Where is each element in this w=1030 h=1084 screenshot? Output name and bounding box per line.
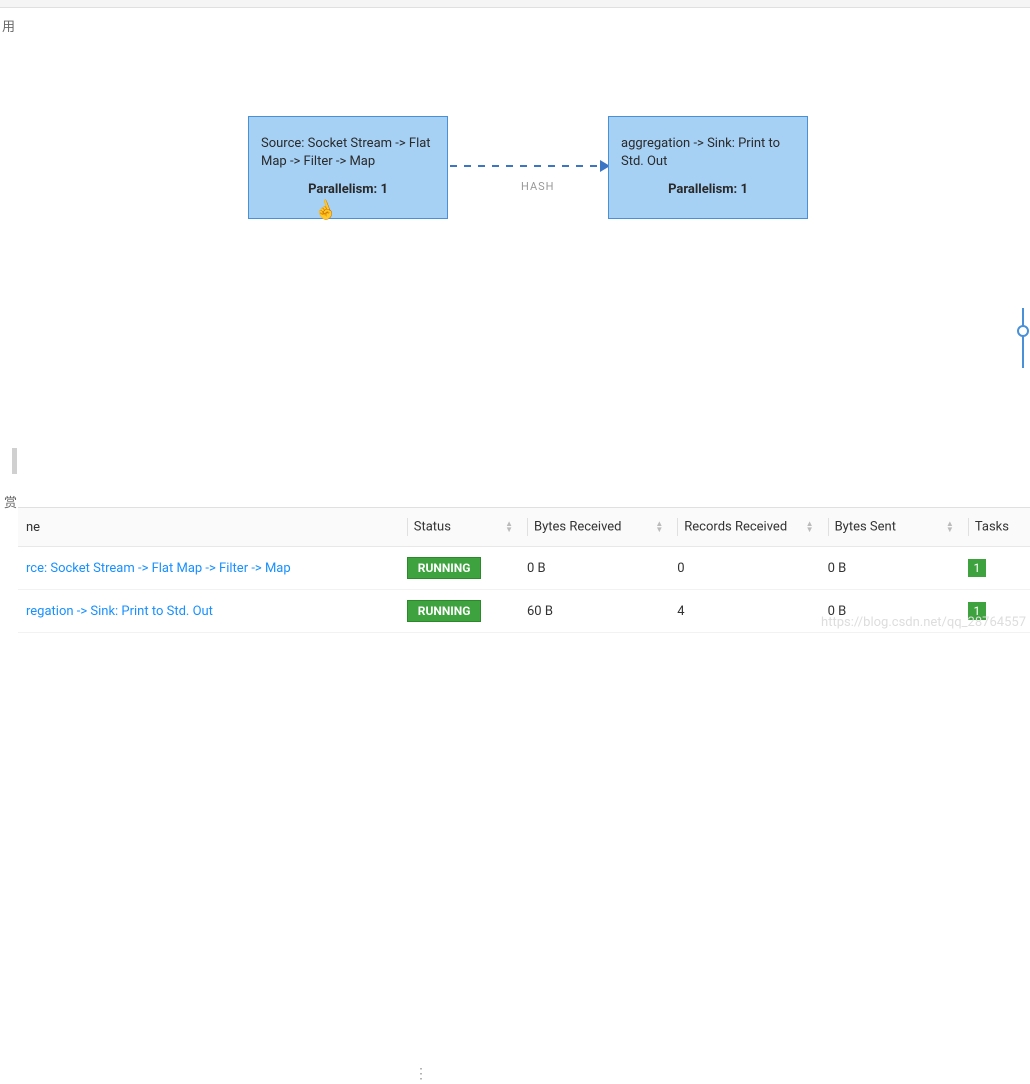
col-header-name-label: ne	[26, 520, 40, 535]
col-header-status-label: Status	[414, 519, 451, 534]
table-row: rce: Socket Stream -> Flat Map -> Filter…	[18, 547, 1030, 590]
col-header-recrec-label: Records Received	[684, 519, 787, 534]
node-parallelism: Parallelism: 1	[261, 181, 435, 199]
table-header-row: ne Status ▲▼ Bytes Received ▲▼ Records Rec…	[18, 508, 1030, 547]
col-header-bytes-sent[interactable]: Bytes Sent ▲▼	[820, 508, 960, 547]
sort-icon[interactable]: ▲▼	[655, 521, 663, 533]
task-count-badge: 1	[968, 559, 986, 577]
row-name-link[interactable]: regation -> Sink: Print to Std. Out	[26, 604, 213, 619]
job-graph-canvas[interactable]: Source: Socket Stream -> Flat Map -> Fil…	[18, 8, 1030, 508]
col-divider	[968, 518, 969, 536]
graph-edge	[450, 165, 607, 167]
row-name-link[interactable]: rce: Socket Stream -> Flat Map -> Filter…	[26, 561, 291, 576]
cell-records-received: 0	[669, 547, 819, 590]
row-actions-icon[interactable]: ⋮	[412, 1064, 430, 1084]
cell-bytes-sent: 0 B	[820, 590, 960, 633]
col-header-bytesrec-label: Bytes Received	[534, 519, 622, 534]
col-header-status[interactable]: Status ▲▼	[399, 508, 519, 547]
subtask-table-container: ⋯ ne Status▲▼ Bytes Received▲▼ Records R…	[18, 508, 1030, 633]
col-divider	[677, 518, 678, 536]
col-divider	[527, 518, 528, 536]
status-badge: RUNNING	[407, 600, 482, 622]
cell-bytes-received: 0 B	[519, 547, 669, 590]
graph-node-source[interactable]: Source: Socket Stream -> Flat Map -> Fil…	[248, 116, 448, 219]
col-divider	[828, 518, 829, 536]
cell-bytes-received: 60 B	[519, 590, 669, 633]
sort-icon[interactable]: ▲▼	[505, 521, 513, 533]
col-header-records-received[interactable]: Records Received ▲▼	[669, 508, 819, 547]
left-panel-edge: 用 赏	[0, 8, 18, 508]
col-header-bytessent-label: Bytes Sent	[835, 519, 896, 534]
subtask-table: ne Status ▲▼ Bytes Received ▲▼ Records Rec…	[18, 508, 1030, 633]
side-char-bottom: 赏	[4, 492, 17, 511]
sort-icon[interactable]: ▲▼	[946, 521, 954, 533]
top-bar	[0, 0, 1030, 8]
cell-bytes-sent: 0 B	[820, 547, 960, 590]
col-header-name[interactable]: ne	[18, 508, 399, 547]
sort-icon[interactable]: ▲▼	[806, 521, 814, 533]
status-badge: RUNNING	[407, 557, 482, 579]
zoom-slider-handle[interactable]	[1017, 325, 1029, 337]
table-row: regation -> Sink: Print to Std. Out RUNN…	[18, 590, 1030, 633]
col-header-tasks[interactable]: Tasks	[960, 508, 1030, 547]
col-header-tasks-label: Tasks	[975, 519, 1009, 534]
col-divider	[407, 518, 408, 536]
col-header-bytes-received[interactable]: Bytes Received ▲▼	[519, 508, 669, 547]
node-label: aggregation -> Sink: Print to Std. Out	[621, 135, 795, 171]
graph-node-sink[interactable]: aggregation -> Sink: Print to Std. Out P…	[608, 116, 808, 219]
cell-records-received: 4	[669, 590, 819, 633]
task-count-badge: 1	[968, 602, 986, 620]
edge-label: HASH	[521, 180, 555, 193]
zoom-slider-track[interactable]	[1022, 308, 1024, 368]
side-divider	[12, 448, 17, 474]
side-char-top: 用	[0, 8, 18, 43]
node-label: Source: Socket Stream -> Flat Map -> Fil…	[261, 135, 435, 171]
node-parallelism: Parallelism: 1	[621, 181, 795, 199]
